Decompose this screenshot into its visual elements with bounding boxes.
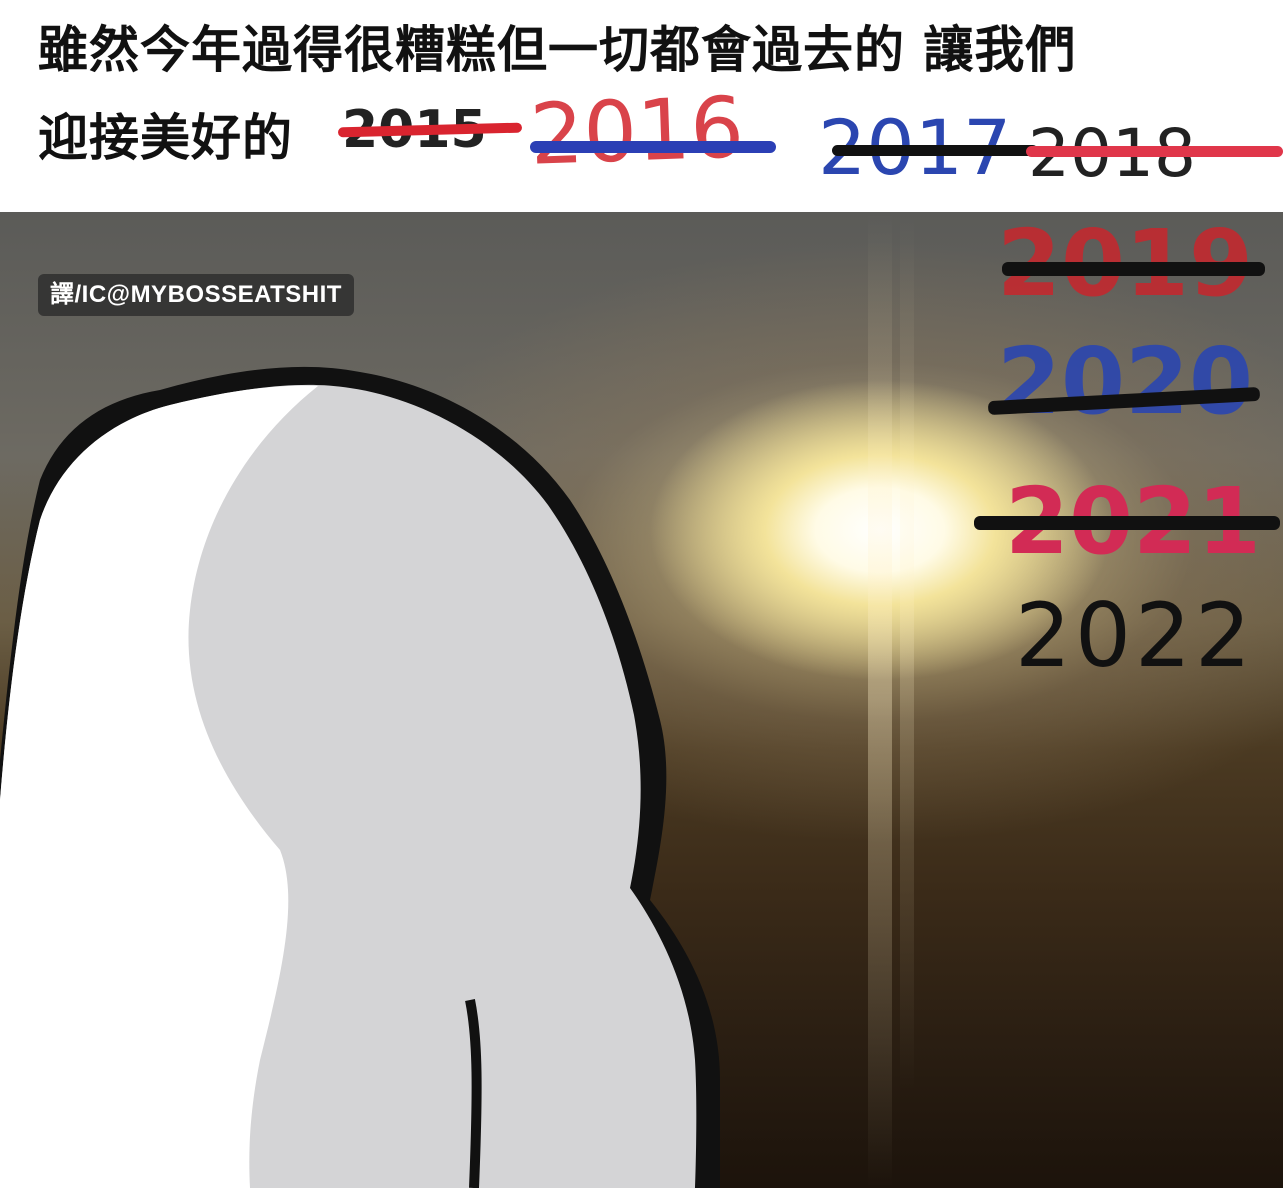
year-2020: 2020 [996, 328, 1253, 435]
year-2016: 2016 [528, 78, 746, 184]
sunrise-background: 2019 2020 2021 2022 譯/IC@MYBOSSEATSHIT [0, 212, 1283, 1188]
meme-canvas: 雖然今年過得很糟糕但一切都會過去的 讓我們 迎接美好的 2015 2016 20… [0, 0, 1283, 1188]
strike-2016 [530, 141, 776, 153]
strike-2021 [974, 516, 1280, 530]
year-2022: 2022 [1015, 584, 1255, 687]
strike-2018 [1026, 146, 1283, 157]
caption-band: 雖然今年過得很糟糕但一切都會過去的 讓我們 迎接美好的 2015 2016 20… [0, 0, 1283, 212]
caption-line-1: 雖然今年過得很糟糕但一切都會過去的 讓我們 [38, 21, 1077, 79]
strike-2017 [832, 145, 1038, 156]
strike-2019 [1002, 262, 1265, 276]
caption-line-2-prefix: 迎接美好的 [38, 109, 293, 167]
credit-badge: 譯/IC@MYBOSSEATSHIT [38, 274, 354, 316]
